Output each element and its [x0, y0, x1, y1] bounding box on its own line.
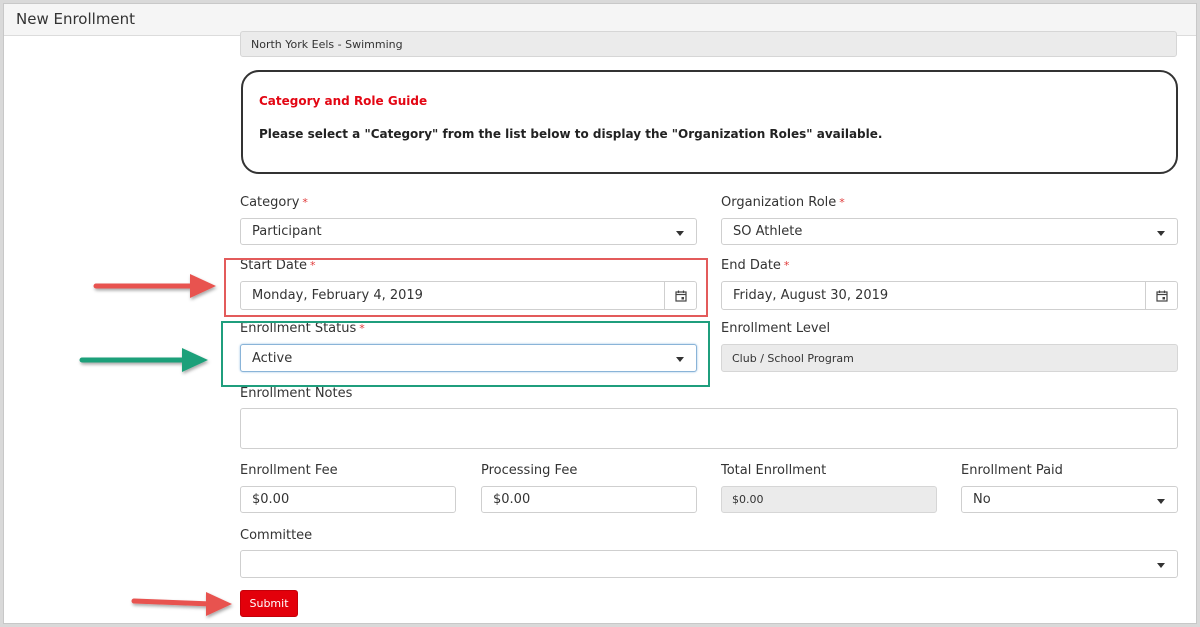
annotation-arrows	[79, 274, 232, 616]
arrow-submit	[131, 592, 232, 616]
arrow-status	[79, 348, 208, 372]
arrow-start-date	[93, 274, 216, 298]
